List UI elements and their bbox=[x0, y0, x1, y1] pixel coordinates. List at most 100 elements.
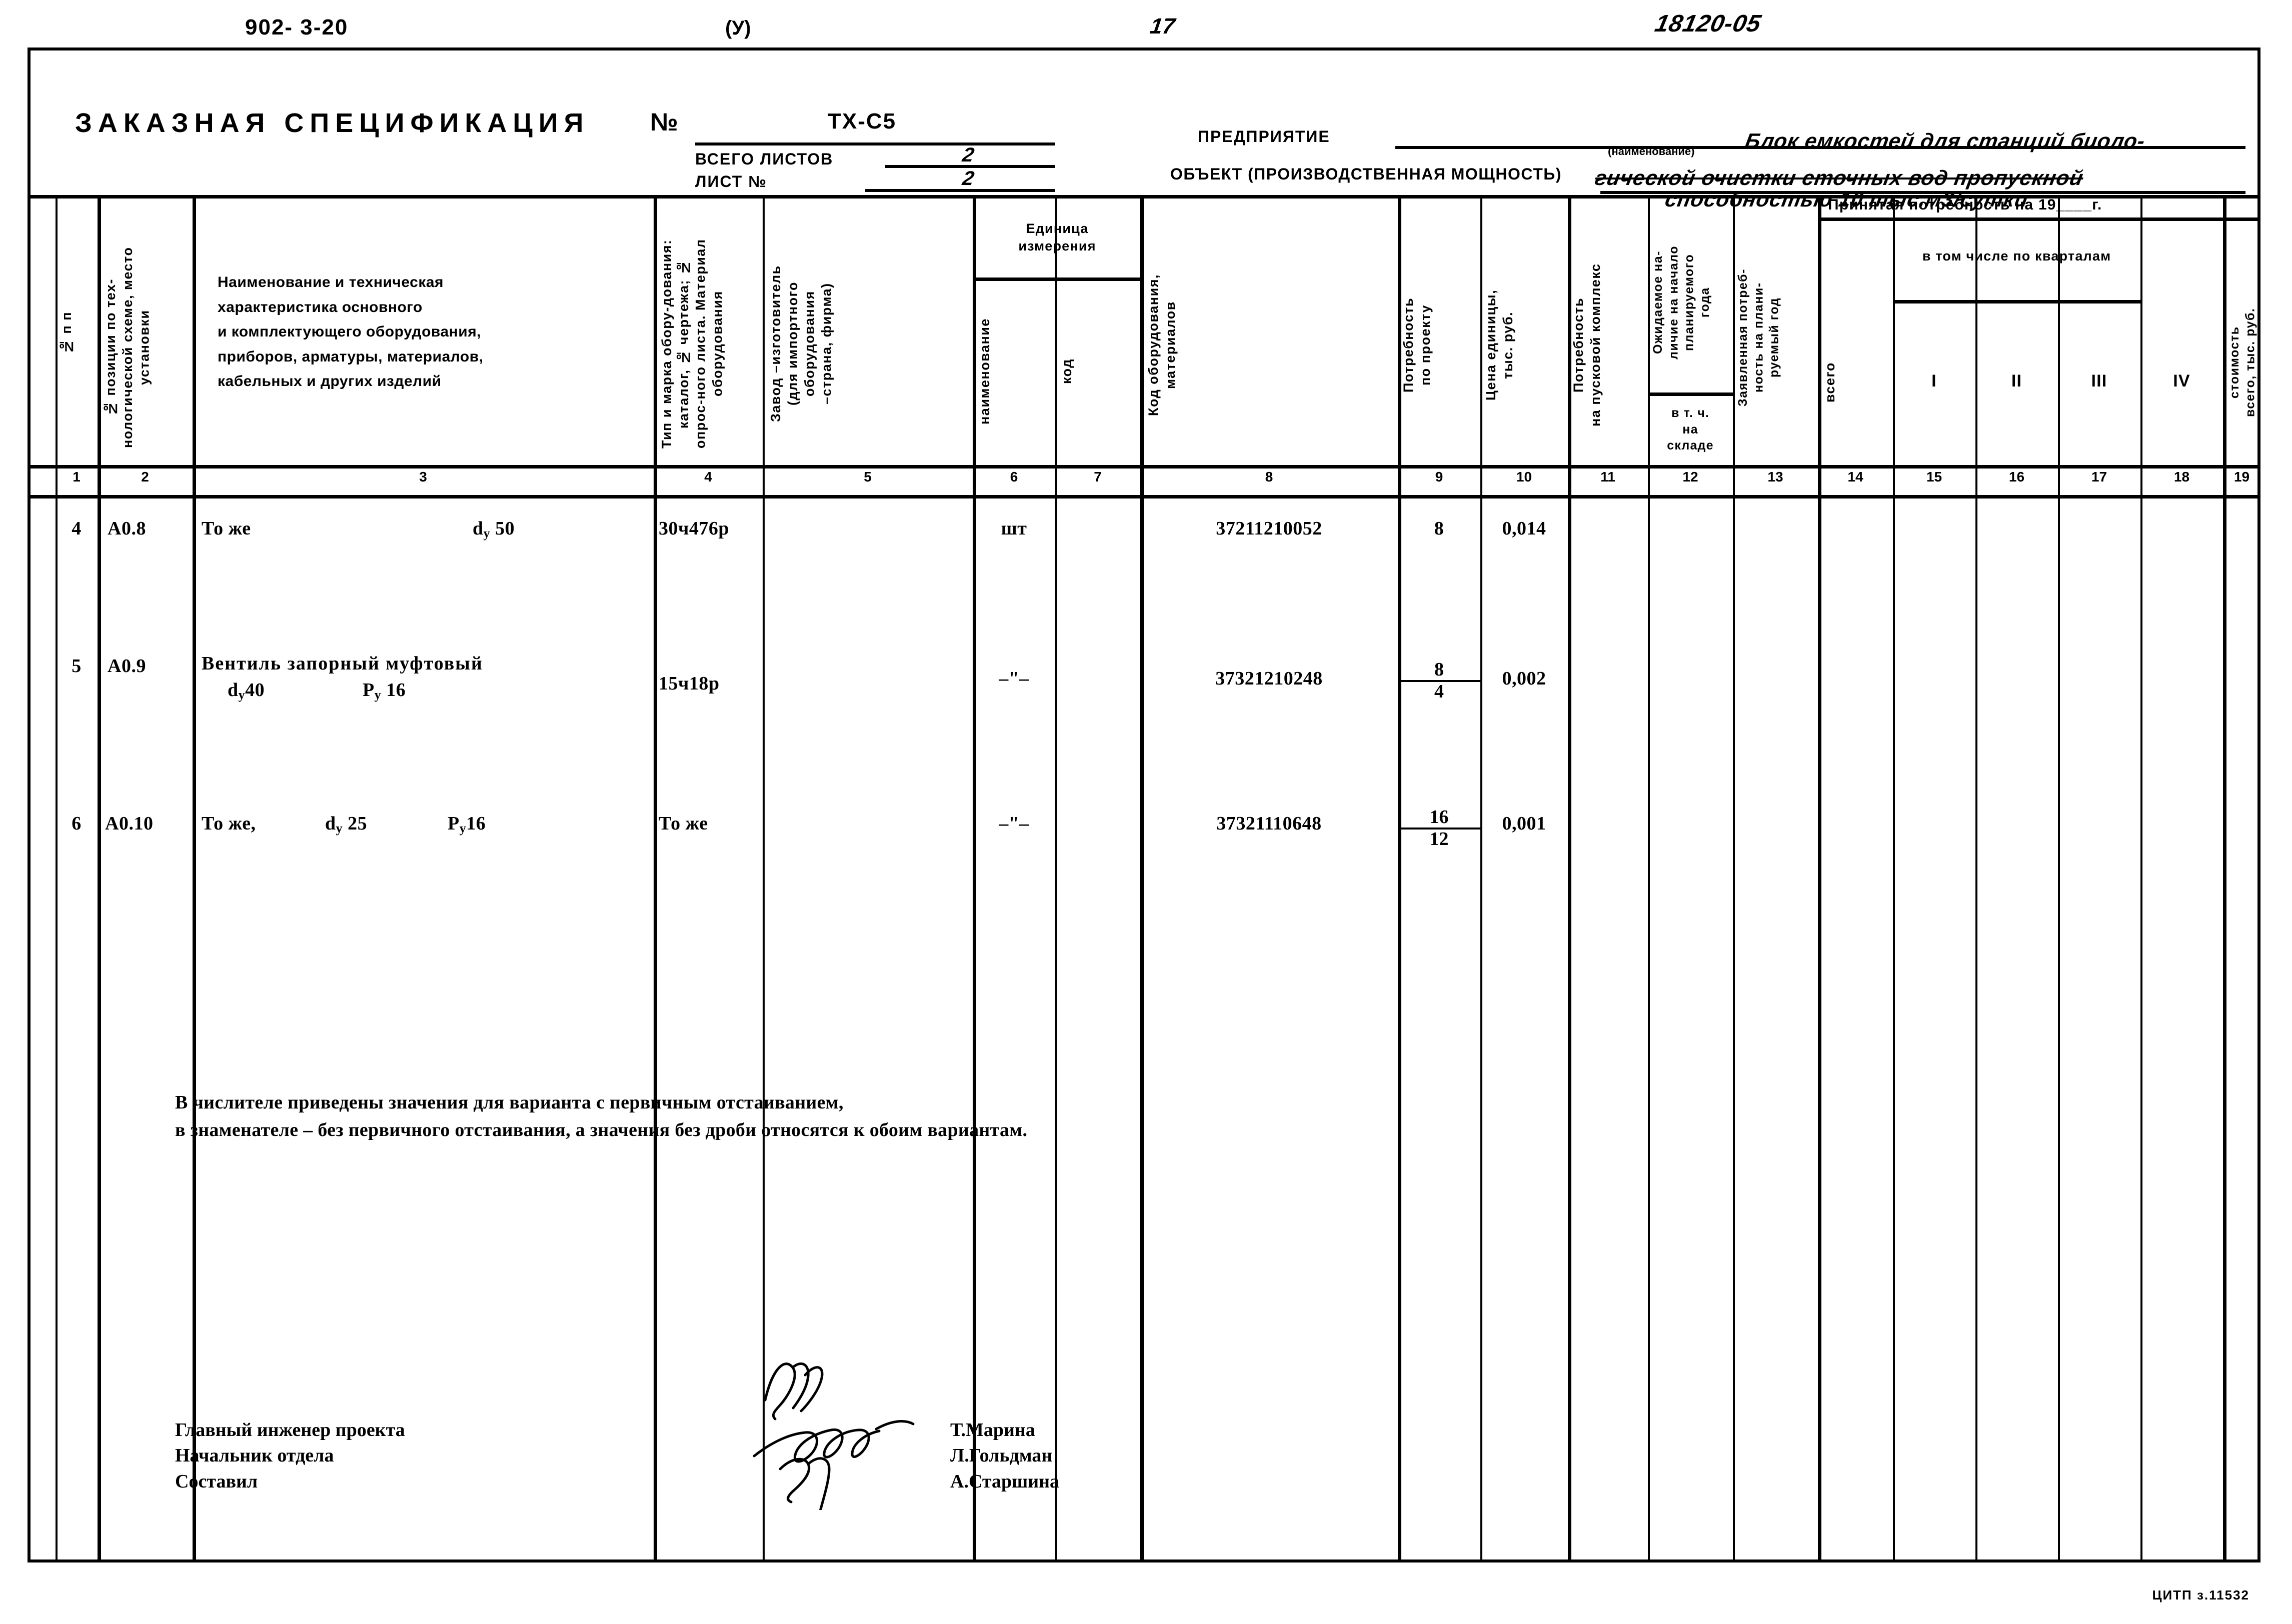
col-header-12: Ожидаемое на- личие на начало планируемо… bbox=[1651, 245, 1712, 360]
col-header-7: код bbox=[1059, 358, 1074, 384]
col-sep-15 bbox=[1893, 195, 1895, 1562]
top-header-strip: 902- 3-20 (У) 17 18120-05 bbox=[30, 10, 2260, 50]
footnote-line-2: в знаменателе – без первичного отстаиван… bbox=[175, 1120, 1028, 1141]
row-name: Вентиль запорный муфтовый bbox=[202, 653, 483, 674]
row-demand-numerator: 16 bbox=[1398, 807, 1480, 830]
row-position: А0.8 bbox=[108, 518, 146, 539]
row-demand-fraction: 16 12 bbox=[1398, 807, 1480, 850]
row-unit-name: –"– bbox=[999, 813, 1029, 834]
accepted-need-group-header: Принятая потребность на 19____г. bbox=[1828, 196, 2102, 213]
col-number-18: 18 bbox=[2173, 469, 2190, 484]
col-header-19: стоимость всего, тыс. руб. bbox=[2227, 308, 2257, 418]
row-unit-price: 0,014 bbox=[1502, 518, 1546, 539]
row-name: То же, bbox=[202, 813, 256, 834]
row-unit-name: –"– bbox=[999, 668, 1029, 689]
col-sep-1 bbox=[56, 195, 58, 1562]
col-header-17: III bbox=[2091, 372, 2107, 390]
row-equipment-code: 37321110648 bbox=[1216, 813, 1322, 834]
row-type-mark: 30ч476р bbox=[659, 518, 730, 539]
col-number-19: 19 bbox=[2233, 469, 2250, 484]
col-header-14: всего bbox=[1822, 362, 1837, 403]
row-position: А0.9 bbox=[108, 656, 146, 676]
row-spec-diameter: dу 25 bbox=[325, 813, 368, 836]
col-number-6: 6 bbox=[1010, 469, 1018, 484]
series-code: 902- 3-20 bbox=[245, 15, 349, 40]
naimenovanie-hint: (наименование) bbox=[1608, 145, 1695, 158]
footnote: В числителе приведены значения для вариа… bbox=[175, 1089, 1675, 1144]
col-sep-13 bbox=[1733, 195, 1735, 1562]
specification-sheet: 902- 3-20 (У) 17 18120-05 ЗАКАЗНАЯ СПЕЦИ… bbox=[0, 0, 2292, 1624]
col-number-1: 1 bbox=[73, 469, 81, 484]
row-demand-fraction: 8 4 bbox=[1398, 660, 1480, 702]
col12-sub-rule bbox=[1648, 392, 1733, 396]
row-equipment-code: 37321210248 bbox=[1215, 668, 1323, 689]
header-bottom-rule bbox=[28, 465, 2260, 468]
row-spec-diameter: dу40 bbox=[228, 680, 265, 702]
row-unit-price: 0,002 bbox=[1502, 668, 1546, 689]
spec-number-underline bbox=[695, 142, 1055, 146]
object-label: ОБЪЕКТ (ПРОИЗВОДСТВЕННАЯ МОЩНОСТЬ) bbox=[1170, 165, 1562, 183]
page-number: 17 bbox=[1148, 14, 1177, 38]
col-header-4: Тип и марка обору-дования: каталог, № че… bbox=[659, 238, 725, 449]
publisher-footer: ЦИТП з.11532 bbox=[2152, 1588, 2249, 1602]
signature-name-1: Т.Марина bbox=[950, 1420, 1035, 1440]
col-header-8: Код оборудования, материалов bbox=[1146, 274, 1178, 416]
enterprise-label: ПРЕДПРИЯТИЕ bbox=[1198, 128, 1330, 146]
sheet-number-underline bbox=[865, 189, 1055, 192]
row-demand: 8 bbox=[1434, 518, 1444, 539]
accepted-group-top-rule bbox=[1818, 218, 2260, 221]
row-demand-denominator: 4 bbox=[1434, 680, 1444, 702]
total-sheets-label: ВСЕГО ЛИСТОВ bbox=[695, 150, 834, 168]
col-sep-10 bbox=[1480, 195, 1482, 1562]
col-header-2: № позиции по тех-нологической схеме, мес… bbox=[103, 246, 152, 448]
col-sep-19 bbox=[2223, 195, 2226, 1562]
unit-group-rule bbox=[973, 278, 1140, 281]
signature-roles: Главный инженер проекта Начальник отдела… bbox=[175, 1418, 405, 1494]
col-header-6: наименование bbox=[977, 318, 992, 424]
col-header-15: I bbox=[1931, 372, 1937, 390]
row-equipment-code: 37211210052 bbox=[1216, 518, 1322, 539]
row-name: То же bbox=[202, 518, 251, 539]
col-header-3: Наименование и техническая характеристик… bbox=[218, 274, 484, 390]
col-sep-4 bbox=[654, 195, 657, 1562]
col-header-5: Завод –изготовитель (для импортного обор… bbox=[768, 265, 834, 422]
col-number-2: 2 bbox=[141, 469, 149, 484]
col-header-10: Цена единицы, тыс. руб. bbox=[1483, 289, 1515, 401]
col-sep-7 bbox=[1055, 195, 1057, 1562]
col-sep-14 bbox=[1818, 195, 1821, 1562]
col-header-18: IV bbox=[2173, 372, 2190, 390]
object-text-line2: гической очистки сточных вод пропускной bbox=[1593, 166, 2085, 190]
signature-name-3: А.Старшина bbox=[950, 1470, 1060, 1492]
object-text-line1: Блок емкостей для станций биоло- bbox=[1743, 129, 2147, 152]
col-number-14: 14 bbox=[1847, 469, 1863, 484]
row-type-mark: 15ч18р bbox=[659, 673, 720, 694]
signature-name-2: Л.Гольдман bbox=[950, 1445, 1053, 1466]
revision-marker: (У) bbox=[725, 17, 751, 39]
number-row-rule bbox=[28, 495, 2260, 498]
col-number-13: 13 bbox=[1767, 469, 1783, 484]
col-sep-18 bbox=[2140, 195, 2142, 1562]
col-header-9: Потребность по проекту bbox=[1401, 297, 1433, 393]
footnote-line-1: В числителе приведены значения для вариа… bbox=[175, 1092, 844, 1113]
signature-role-1: Главный инженер проекта bbox=[175, 1420, 405, 1440]
row-spec-pressure: Ру16 bbox=[448, 813, 486, 836]
row-position: А0.10 bbox=[105, 813, 154, 834]
col-header-13: Заявленная потреб- ность на плани- руемы… bbox=[1736, 268, 1781, 406]
col-number-8: 8 bbox=[1265, 469, 1273, 484]
handwritten-signature bbox=[753, 1362, 915, 1510]
specification-table: № п п № позиции по тех-нологической схем… bbox=[28, 195, 2260, 1562]
archive-stamp-number: 18120-05 bbox=[1652, 10, 1764, 37]
col-sep-8 bbox=[1140, 195, 1144, 1562]
col-number-17: 17 bbox=[2091, 469, 2107, 484]
col-number-5: 5 bbox=[864, 469, 872, 484]
col-number-7: 7 bbox=[1094, 469, 1102, 484]
col-header-12-sub: в т. ч. на складе bbox=[1667, 406, 1714, 452]
row-demand-numerator: 8 bbox=[1398, 660, 1480, 682]
signature-role-3: Составил bbox=[175, 1470, 258, 1492]
col-sep-17 bbox=[2058, 195, 2060, 1562]
col-number-4: 4 bbox=[704, 469, 712, 484]
col-number-10: 10 bbox=[1516, 469, 1532, 484]
col-number-11: 11 bbox=[1600, 469, 1615, 484]
quarters-group-header: в том числе по кварталам bbox=[1922, 248, 2111, 264]
col-header-11: Потребность на пусковой комплекс bbox=[1571, 263, 1603, 427]
